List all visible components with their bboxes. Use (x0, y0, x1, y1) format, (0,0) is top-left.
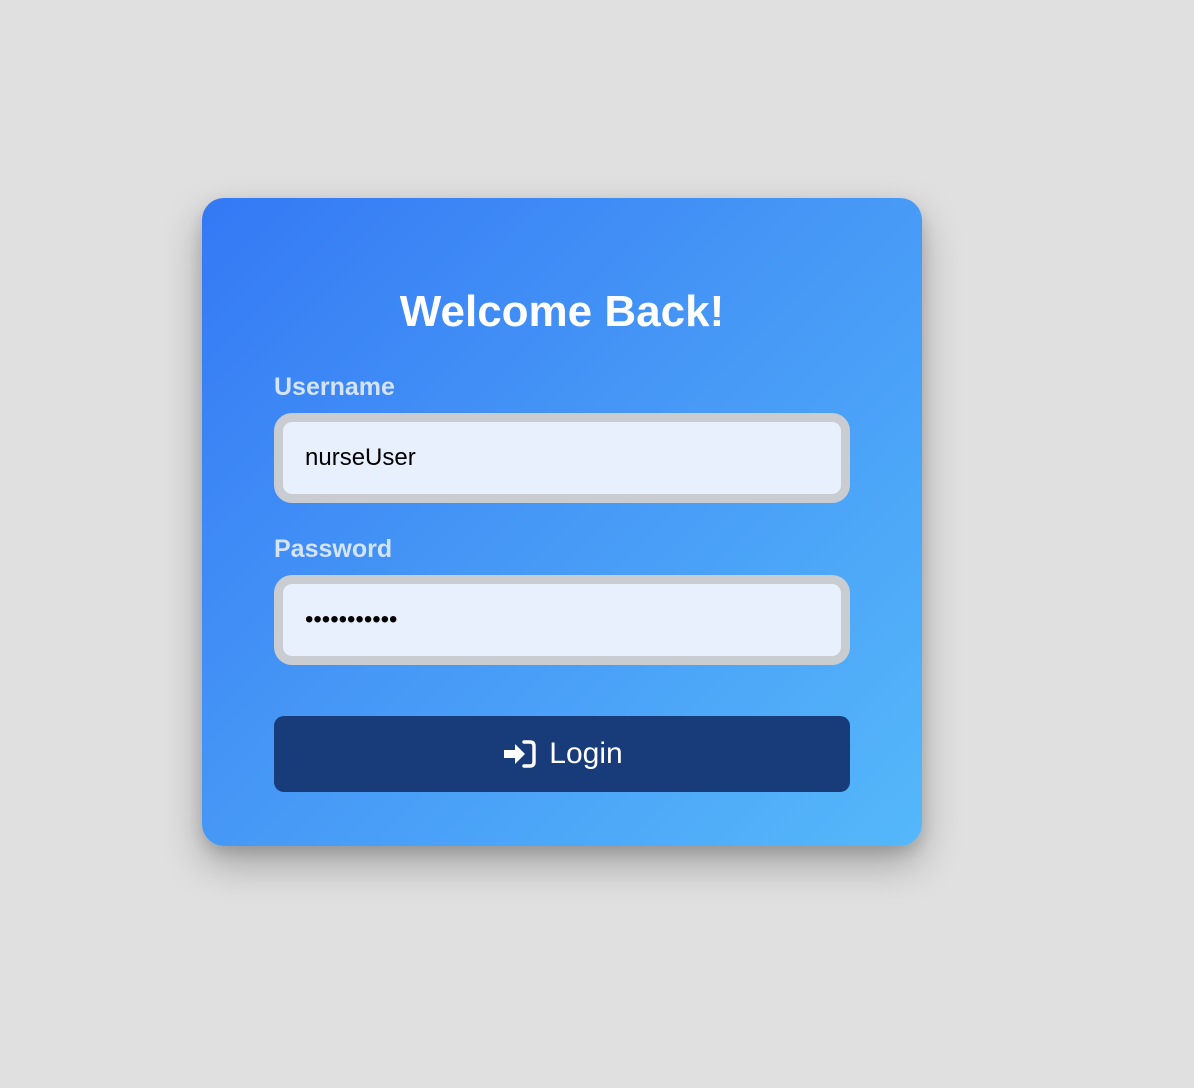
sign-in-icon (501, 739, 537, 769)
username-field-wrapper (274, 413, 850, 503)
username-label: Username (274, 373, 395, 401)
username-input[interactable] (283, 422, 841, 494)
page-title: Welcome Back! (399, 287, 725, 336)
login-button[interactable]: Login (274, 716, 850, 792)
login-button-label: Login (549, 737, 623, 770)
password-label: Password (274, 535, 393, 563)
password-input[interactable] (283, 584, 841, 656)
password-field-wrapper (274, 575, 850, 665)
login-card: Welcome Back! Username Password Login (202, 198, 922, 846)
